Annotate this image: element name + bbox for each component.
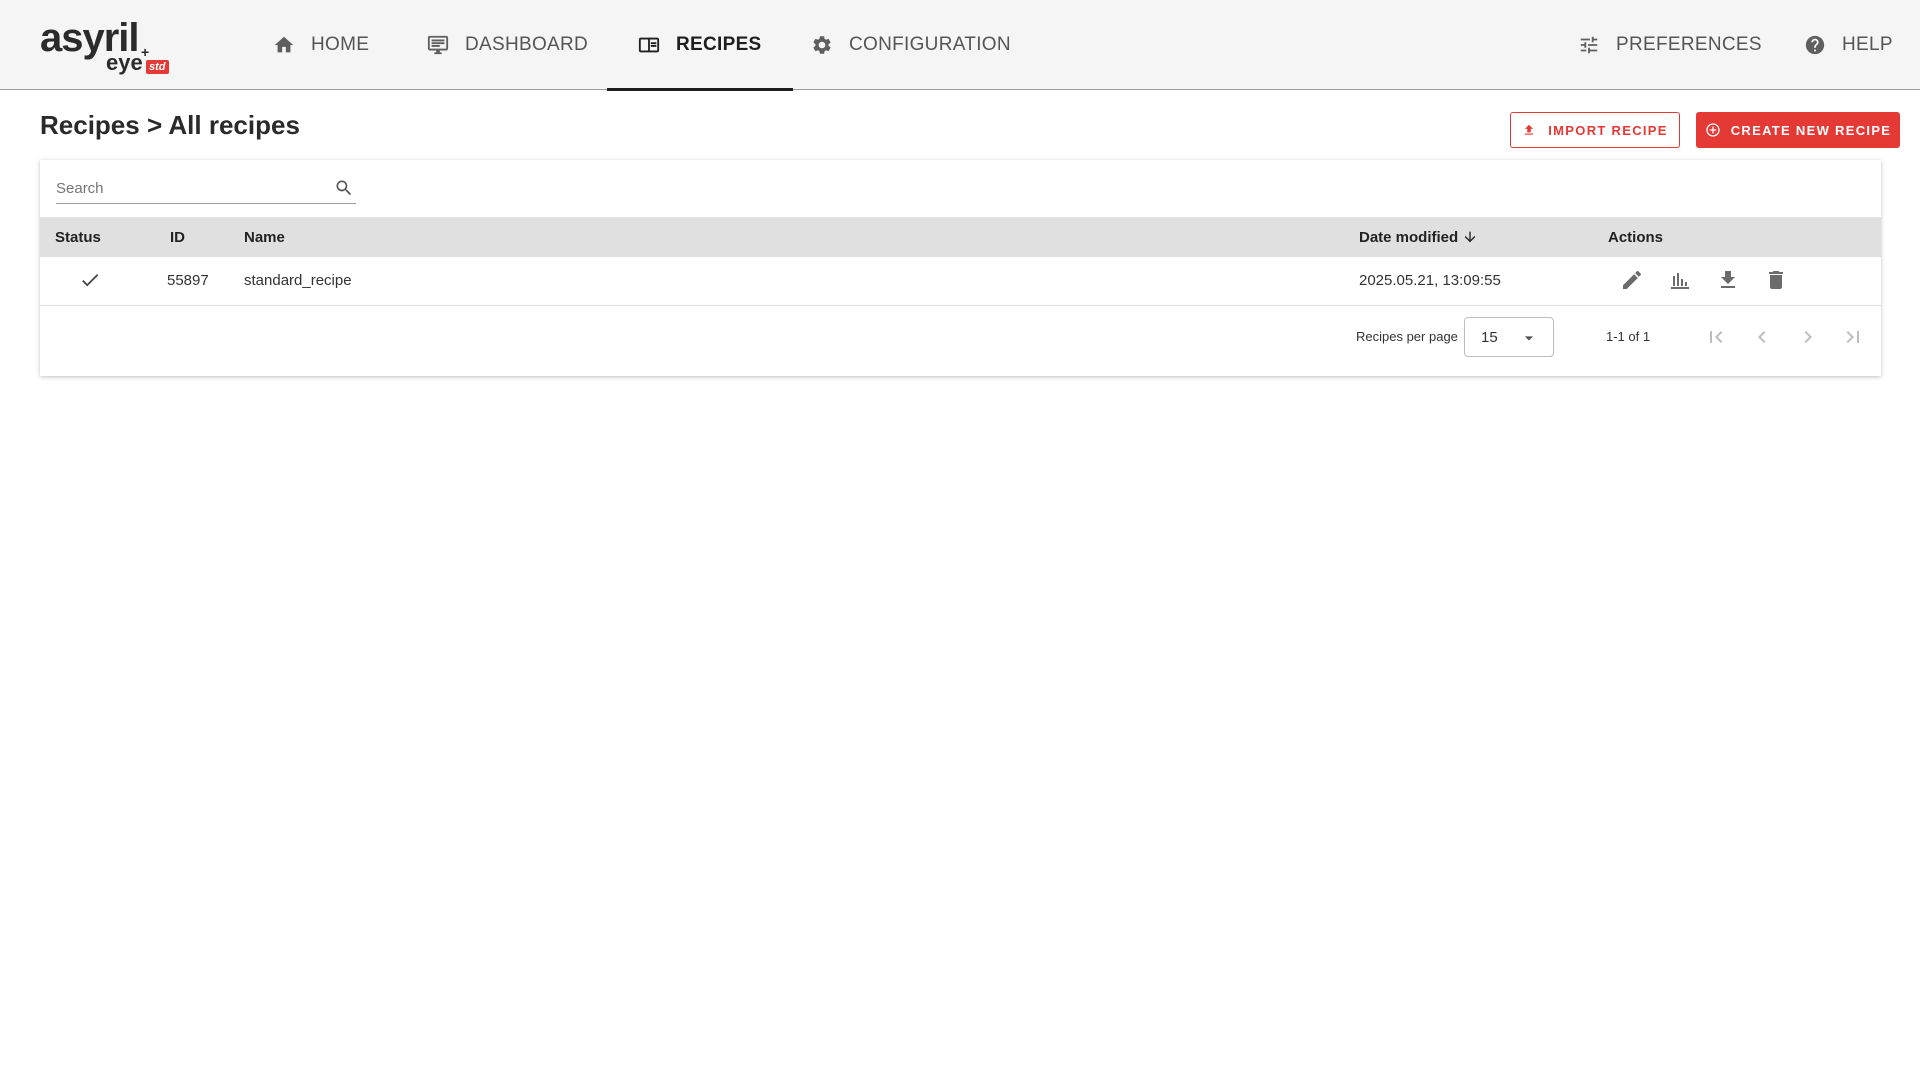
monitor-dashboard-icon	[427, 35, 449, 55]
logo-product: eye	[106, 50, 143, 75]
chevron-right-icon	[1804, 331, 1812, 343]
recipe-book-icon	[638, 37, 660, 53]
search-icon[interactable]	[334, 178, 354, 198]
column-header-date-modified-label: Date modified	[1359, 229, 1459, 246]
column-header-date-modified[interactable]: Date modified	[1359, 229, 1478, 246]
arrow-down-icon	[1464, 231, 1476, 243]
upload-icon	[1525, 124, 1534, 135]
chevron-left-icon	[1758, 331, 1766, 343]
nav-home-label: HOME	[311, 34, 370, 55]
nav-recipes[interactable]: RECIPES	[607, 0, 792, 91]
create-new-recipe-button[interactable]: CREATE NEW RECIPE	[1696, 112, 1900, 148]
date-modified-cell: 2025.05.21, 13:09:55	[1359, 272, 1501, 289]
status-cell	[79, 269, 101, 295]
recipes-per-page-label: Recipes per page	[1356, 329, 1458, 344]
search-input[interactable]	[56, 180, 316, 197]
first-page-icon	[1710, 331, 1723, 343]
download-icon	[1721, 271, 1735, 288]
nav-preferences[interactable]: PREFERENCES	[1578, 0, 1762, 90]
add-circle-outline-icon	[1706, 123, 1720, 137]
table-header: Status ID Name Date modified Actions	[40, 217, 1881, 257]
edit-icon	[1623, 270, 1642, 289]
recipes-table-card: Status ID Name Date modified Actions 558…	[40, 160, 1881, 376]
nav-dashboard[interactable]: DASHBOARD	[427, 0, 588, 90]
pagination-bar: Recipes per page 15 1-1 of 1	[40, 307, 1881, 375]
nav-preferences-label: PREFERENCES	[1616, 34, 1762, 55]
column-header-id[interactable]: ID	[170, 229, 185, 246]
nav-configuration-label: CONFIGURATION	[849, 34, 1011, 55]
recipes-per-page-select[interactable]: 15	[1464, 317, 1554, 357]
page-title-breadcrumb: Recipes > All recipes	[40, 110, 300, 140]
nav-help-label: HELP	[1842, 34, 1893, 55]
nav-dashboard-label: DASHBOARD	[465, 34, 589, 55]
tune-sliders-icon	[1580, 36, 1598, 54]
table-row[interactable]: 55897 standard_recipe 2025.05.21, 13:09:…	[40, 257, 1881, 306]
gear-icon	[813, 36, 831, 54]
import-recipe-label: IMPORT RECIPE	[1548, 122, 1668, 138]
search-field	[56, 170, 356, 204]
dropdown-arrow-icon	[1524, 336, 1534, 341]
recipes-per-page-value: 15	[1481, 329, 1498, 346]
last-page-button[interactable]	[1841, 325, 1865, 349]
nav-help[interactable]: HELP	[1804, 0, 1893, 90]
previous-page-button[interactable]	[1750, 325, 1774, 349]
logo-edition-badge: std	[146, 60, 169, 74]
column-header-status[interactable]: Status	[55, 229, 101, 246]
logo-plus: +	[141, 44, 150, 60]
help-circle-icon	[1805, 35, 1825, 55]
delete-icon	[1769, 271, 1783, 289]
home-icon	[274, 36, 294, 53]
column-header-name[interactable]: Name	[244, 229, 285, 246]
next-page-button[interactable]	[1796, 325, 1820, 349]
last-page-icon	[1846, 331, 1859, 343]
recipe-statistics-button[interactable]	[1668, 268, 1694, 294]
check-icon	[82, 274, 99, 287]
import-recipe-button[interactable]: IMPORT RECIPE	[1510, 112, 1680, 148]
id-cell: 55897	[167, 272, 209, 289]
download-recipe-button[interactable]	[1716, 268, 1742, 294]
name-cell: standard_recipe	[244, 272, 352, 289]
create-new-recipe-label: CREATE NEW RECIPE	[1730, 122, 1892, 138]
delete-recipe-button[interactable]	[1764, 268, 1790, 294]
top-navigation-bar: asyril eye + std HOME DASHBOARD RECIPES …	[0, 0, 1920, 91]
nav-configuration[interactable]: CONFIGURATION	[811, 0, 1011, 90]
bar-chart-icon	[1671, 273, 1689, 289]
asyril-eye-logo[interactable]: asyril eye + std	[40, 14, 175, 78]
nav-recipes-label: RECIPES	[676, 34, 762, 55]
nav-home[interactable]: HOME	[273, 0, 369, 90]
first-page-button[interactable]	[1704, 325, 1728, 349]
edit-recipe-button[interactable]	[1620, 268, 1646, 294]
pagination-range: 1-1 of 1	[1606, 329, 1651, 344]
column-header-actions: Actions	[1608, 229, 1664, 246]
